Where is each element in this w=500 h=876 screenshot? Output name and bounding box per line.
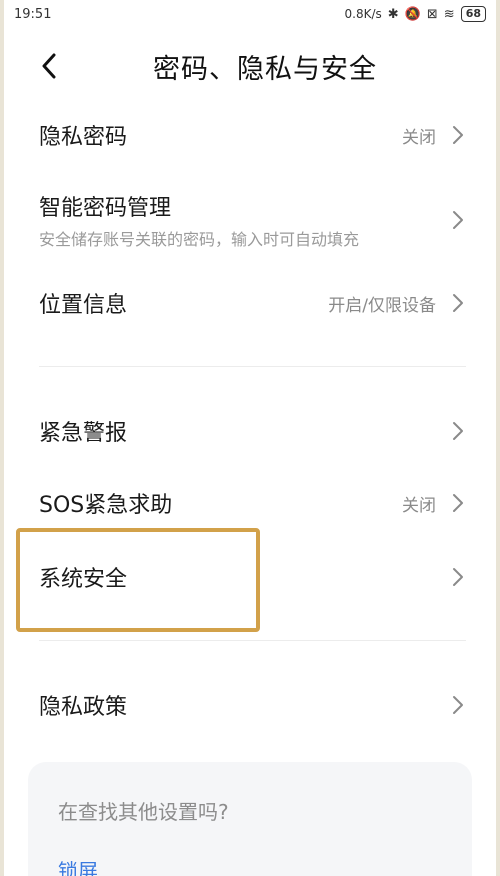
sim-off-icon: ⊠ bbox=[426, 6, 438, 22]
setting-subtitle: 安全储存账号关联的密码，输入时可自动填充 bbox=[39, 230, 360, 249]
mute-bell-icon: 🔕 bbox=[404, 6, 421, 22]
status-bar: 19:51 0.8K/s ✱ 🔕 ⊠ ≋ 68 bbox=[4, 0, 496, 28]
back-button[interactable] bbox=[34, 48, 64, 84]
setting-label: 隐私政策 bbox=[39, 695, 128, 720]
setting-value: 开启/仅限设备 bbox=[328, 295, 436, 316]
setting-location[interactable]: 位置信息 开启/仅限设备 bbox=[4, 280, 496, 326]
setting-label: 隐私密码 bbox=[39, 125, 128, 150]
chevron-right-icon bbox=[452, 421, 466, 441]
chevron-right-icon bbox=[452, 567, 466, 587]
setting-sos[interactable]: SOS紧急求助 关闭 bbox=[4, 480, 496, 526]
setting-label: 智能密码管理 bbox=[39, 196, 172, 221]
setting-privacy-policy[interactable]: 隐私政策 bbox=[4, 682, 496, 728]
section-divider bbox=[39, 640, 466, 641]
highlight-box bbox=[16, 528, 260, 632]
chevron-right-icon bbox=[452, 293, 466, 313]
setting-label: SOS紧急求助 bbox=[39, 493, 173, 518]
search-suggestion-card: 在查找其他设置吗? 锁屏 bbox=[28, 762, 472, 876]
chevron-right-icon bbox=[452, 210, 466, 230]
page-title: 密码、隐私与安全 bbox=[153, 53, 377, 85]
suggestion-link-lockscreen[interactable]: 锁屏 bbox=[58, 855, 442, 876]
header: 密码、隐私与安全 bbox=[4, 40, 496, 92]
setting-value: 关闭 bbox=[402, 495, 436, 516]
section-divider bbox=[39, 366, 466, 367]
net-speed: 0.8K/s bbox=[344, 7, 382, 21]
setting-text-group: 智能密码管理 安全储存账号关联的密码，输入时可自动填充 bbox=[39, 190, 452, 250]
wifi-icon: ≋ bbox=[443, 6, 455, 22]
setting-smart-password[interactable]: 智能密码管理 安全储存账号关联的密码，输入时可自动填充 bbox=[4, 188, 496, 252]
setting-emergency-alert[interactable]: 紧急警报 bbox=[4, 408, 496, 454]
setting-value: 关闭 bbox=[402, 127, 436, 148]
bluetooth-icon: ✱ bbox=[387, 6, 399, 22]
chevron-right-icon bbox=[452, 695, 466, 715]
chevron-right-icon bbox=[452, 493, 466, 513]
search-question: 在查找其他设置吗? bbox=[58, 800, 229, 824]
status-icons: 0.8K/s ✱ 🔕 ⊠ ≋ 68 bbox=[345, 6, 486, 22]
chevron-right-icon bbox=[452, 125, 466, 145]
chevron-left-icon bbox=[42, 53, 56, 79]
status-time: 19:51 bbox=[14, 6, 52, 22]
setting-label: 位置信息 bbox=[39, 293, 128, 318]
battery-indicator: 68 bbox=[460, 6, 486, 22]
setting-privacy-password[interactable]: 隐私密码 关闭 bbox=[4, 112, 496, 158]
setting-label: 紧急警报 bbox=[39, 421, 128, 446]
